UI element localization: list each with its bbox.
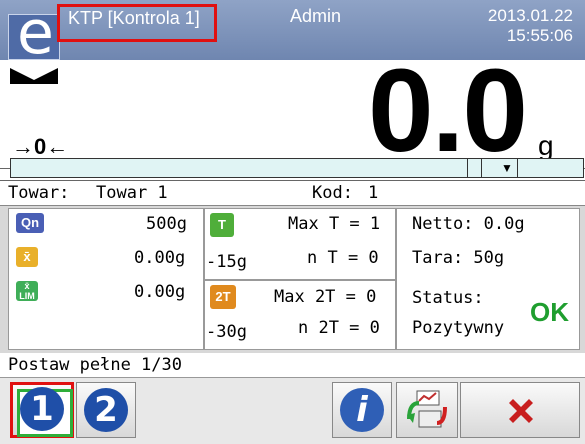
n-2t-text: n 2T = 0 <box>298 318 380 338</box>
status-message: Postaw pełne 1/30 <box>8 355 182 375</box>
mean-limit-value: 0.00g <box>134 282 186 302</box>
time-text: 15:55:06 <box>506 26 573 45</box>
2t-threshold-value: -30g <box>206 322 247 342</box>
program-2-button[interactable]: 2 <box>76 382 136 438</box>
date-text: 2013.01.22 <box>487 6 573 25</box>
datetime: 2013.01.22 15:55:06 <box>488 6 573 46</box>
zero-indicator: →0← <box>12 134 69 159</box>
bargraph-marker-line <box>467 159 468 177</box>
bargraph-pointer-icon: ▼ <box>501 161 513 175</box>
stability-icon <box>10 68 58 84</box>
mean-icon: x̄ <box>16 247 38 267</box>
report-export-icon <box>407 390 447 428</box>
t-threshold-icon: T <box>210 213 234 237</box>
towar-value: Towar 1 <box>96 183 168 203</box>
user-name: Admin <box>290 6 342 26</box>
number-1-icon: 1 <box>20 387 64 431</box>
app-logo[interactable]: e <box>8 3 60 63</box>
info-icon: i <box>340 388 384 432</box>
report-button[interactable] <box>396 382 458 438</box>
mean-value: 0.00g <box>134 248 186 268</box>
logo-glyph: e <box>17 0 54 68</box>
t-threshold-value: -15g <box>206 252 247 272</box>
bargraph-marker-line <box>481 159 482 177</box>
max-t-text: Max T = 1 <box>288 214 381 234</box>
mean-limit-icon: x̄ LIM <box>16 281 38 301</box>
status-value: Pozytywny <box>412 318 505 338</box>
kod-label: Kod: <box>312 183 353 203</box>
max-2t-text: Max 2T = 0 <box>274 287 377 307</box>
2t-threshold-icon: 2T <box>210 285 236 309</box>
qn-value: 500g <box>146 214 187 234</box>
n-t-text: n T = 0 <box>307 248 379 268</box>
status-ok-badge: OK <box>530 297 569 327</box>
cancel-button[interactable] <box>460 382 580 438</box>
status-label: Status: <box>412 288 484 308</box>
status-message-bar: Postaw pełne 1/30 <box>0 353 585 377</box>
number-2-icon: 2 <box>84 388 128 432</box>
load-bargraph: ▼ <box>10 158 584 178</box>
towar-label: Towar: <box>8 183 70 203</box>
info-button[interactable]: i <box>332 382 392 438</box>
weight-reading: 0.0 <box>368 45 528 177</box>
netto-text: Netto: 0.0g <box>412 214 525 234</box>
program-1-button[interactable]: 1 <box>10 382 74 438</box>
bargraph-marker-line <box>517 159 518 177</box>
close-icon <box>509 399 533 423</box>
title-highlight-frame <box>57 4 217 42</box>
product-info-row: Towar: Towar 1 Kod: 1 <box>0 180 585 205</box>
kod-value: 1 <box>368 183 379 203</box>
tara-text: Tara: 50g <box>412 248 505 268</box>
qn-icon: Qn <box>16 213 44 233</box>
